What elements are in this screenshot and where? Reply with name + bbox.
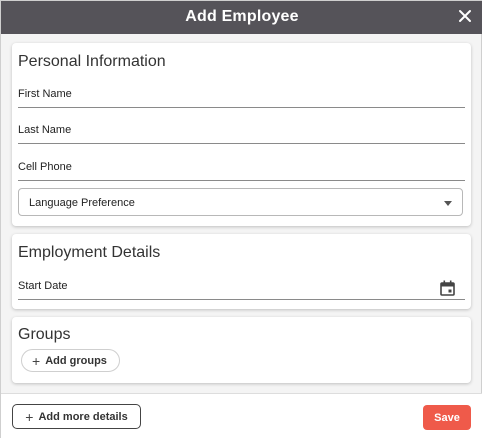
last-name-label: Last Name [18, 124, 72, 136]
chevron-down-icon [444, 201, 452, 206]
cell-phone-label: Cell Phone [18, 161, 72, 173]
dialog-header: Add Employee [1, 1, 482, 34]
calendar-icon[interactable] [440, 280, 455, 296]
cell-phone-field[interactable]: Cell Phone [18, 158, 465, 181]
section-heading-personal: Personal Information [18, 53, 166, 70]
add-groups-label: Add groups [45, 354, 107, 367]
close-icon[interactable] [457, 8, 473, 24]
language-preference-select[interactable]: Language Preference [18, 188, 463, 216]
section-heading-employment: Employment Details [18, 244, 161, 261]
save-button[interactable]: Save [423, 405, 471, 430]
first-name-label: First Name [18, 88, 72, 100]
add-more-details-label: Add more details [38, 410, 128, 423]
last-name-field[interactable]: Last Name [18, 121, 465, 144]
language-preference-value: Language Preference [29, 197, 135, 209]
dialog-title: Add Employee [185, 8, 299, 25]
plus-icon: + [25, 408, 34, 425]
add-more-details-button[interactable]: + Add more details [12, 404, 141, 429]
section-heading-groups: Groups [18, 326, 71, 343]
first-name-field[interactable]: First Name [18, 85, 465, 108]
start-date-label: Start Date [18, 280, 68, 292]
plus-icon: + [32, 352, 41, 369]
dialog-footer: + Add more details Save [1, 393, 482, 440]
groups-section: Groups + Add groups [12, 317, 471, 383]
start-date-field[interactable]: Start Date [18, 277, 465, 300]
add-employee-dialog: Add Employee Personal Information First … [0, 0, 482, 440]
personal-information-section: Personal Information First Name Last Nam… [12, 43, 471, 226]
add-groups-button[interactable]: + Add groups [21, 349, 120, 372]
employment-details-section: Employment Details Start Date [12, 234, 471, 309]
